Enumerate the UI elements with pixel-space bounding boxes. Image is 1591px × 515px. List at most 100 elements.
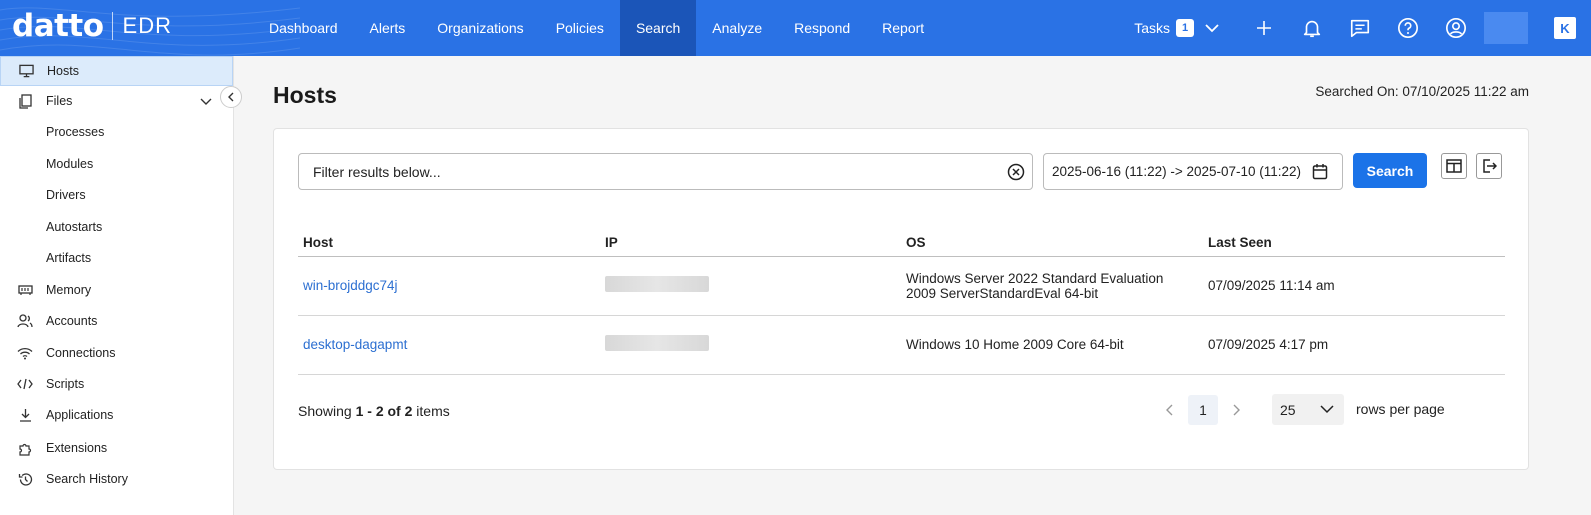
tasks-menu[interactable]: Tasks 1 [1134, 19, 1220, 37]
tasks-count-badge: 1 [1176, 19, 1194, 37]
sidebar-item-applications[interactable]: Applications [0, 400, 233, 430]
host-link[interactable]: desktop-dagapmt [303, 337, 407, 352]
bell-icon[interactable] [1300, 16, 1324, 40]
filter-placeholder: Filter results below... [313, 163, 441, 180]
history-icon [17, 471, 33, 487]
results-card: Filter results below... 2025-06-16 (11:2… [273, 128, 1529, 470]
column-header-ip[interactable]: IP [600, 229, 901, 257]
date-range-value: 2025-06-16 (11:22) -> 2025-07-10 (11:22) [1052, 164, 1302, 179]
clear-filter-icon[interactable] [1007, 163, 1025, 181]
sidebar-item-label: Search History [46, 472, 128, 486]
sidebar-item-artifacts[interactable]: Artifacts [0, 243, 233, 273]
hosts-table: Host IP OS Last Seen win-brojddgc74j Win… [298, 229, 1505, 375]
sidebar-item-search-history[interactable]: Search History [0, 464, 233, 494]
nav-analyze[interactable]: Analyze [696, 0, 778, 56]
nav-report[interactable]: Report [866, 0, 940, 56]
nav-search[interactable]: Search [619, 0, 697, 56]
files-icon [17, 93, 33, 109]
showing-items-text: Showing 1 - 2 of 2 items [298, 403, 450, 419]
sidebar-item-label: Files [46, 94, 73, 108]
header-actions: Tasks 1 K [1134, 0, 1591, 56]
chevron-left-icon [1166, 404, 1173, 416]
chevron-left-icon [228, 92, 234, 102]
sidebar-item-label: Drivers [46, 188, 86, 202]
searched-on-timestamp: Searched On: 07/10/2025 11:22 am [1315, 84, 1529, 99]
accounts-icon [17, 313, 33, 329]
rows-per-page-value: 25 [1280, 401, 1296, 418]
pagination: 1 [1158, 395, 1248, 425]
previous-page-button[interactable] [1158, 395, 1182, 425]
rows-per-page-select[interactable]: 25 [1272, 394, 1344, 425]
code-icon [17, 376, 33, 392]
os-line: Windows Server 2022 Standard Evaluation [906, 270, 1164, 286]
columns-icon [1446, 159, 1462, 173]
sidebar-item-files[interactable]: Files [0, 86, 233, 116]
wifi-icon [17, 345, 33, 361]
collapse-sidebar-button[interactable] [220, 86, 242, 108]
sidebar-item-hosts[interactable]: Hosts [0, 56, 233, 86]
sidebar-item-processes[interactable]: Processes [0, 117, 233, 147]
sidebar-item-autostarts[interactable]: Autostarts [0, 212, 233, 242]
sidebar-item-scripts[interactable]: Scripts [0, 369, 233, 399]
chevron-down-icon[interactable] [1204, 20, 1220, 36]
sidebar-item-extensions[interactable]: Extensions [0, 433, 233, 463]
sidebar-item-label: Accounts [46, 314, 98, 328]
nav-policies[interactable]: Policies [540, 0, 620, 56]
search-button[interactable]: Search [1353, 153, 1427, 188]
chevron-down-icon[interactable] [199, 94, 213, 108]
calendar-icon[interactable] [1312, 163, 1328, 180]
logo-divider [111, 12, 113, 40]
sidebar-item-label: Scripts [46, 377, 85, 391]
ip-redacted [605, 335, 709, 351]
nav-respond[interactable]: Respond [778, 0, 866, 56]
help-icon[interactable] [1396, 16, 1420, 40]
nav-alerts[interactable]: Alerts [354, 0, 422, 56]
monitor-icon [18, 63, 34, 79]
showing-prefix: Showing [298, 403, 356, 419]
chevron-right-icon [1233, 404, 1240, 416]
plus-icon[interactable] [1252, 16, 1276, 40]
column-header-os[interactable]: OS [901, 229, 1203, 257]
table-row: desktop-dagapmt Windows 10 Home 2009 Cor… [298, 315, 1505, 375]
nav-organizations[interactable]: Organizations [421, 0, 539, 56]
column-header-last-seen[interactable]: Last Seen [1203, 229, 1505, 257]
sidebar-item-label: Hosts [47, 64, 79, 78]
ip-redacted [605, 276, 709, 292]
sidebar-item-label: Processes [46, 125, 105, 139]
date-range-picker[interactable]: 2025-06-16 (11:22) -> 2025-07-10 (11:22) [1043, 153, 1343, 190]
filter-input[interactable]: Filter results below... [298, 153, 1033, 190]
next-page-button[interactable] [1224, 395, 1248, 425]
page-number-button[interactable]: 1 [1188, 395, 1218, 425]
page-title: Hosts [273, 82, 337, 108]
user-name-redacted[interactable] [1484, 12, 1528, 44]
table-row: win-brojddgc74j Windows Server 2022 Stan… [298, 256, 1505, 316]
sidebar-item-label: Artifacts [46, 251, 92, 265]
last-seen-cell: 07/09/2025 11:14 am [1203, 256, 1505, 316]
sidebar-item-accounts[interactable]: Accounts [0, 306, 233, 336]
host-link[interactable]: win-brojddgc74j [303, 278, 398, 293]
ip-cell [600, 315, 901, 375]
os-line: 2009 ServerStandardEval 64-bit [906, 285, 1099, 301]
export-button[interactable] [1476, 153, 1502, 179]
sidebar-item-connections[interactable]: Connections [0, 338, 233, 368]
sidebar: Hosts Files Processes Modules Drivers Au… [0, 56, 242, 515]
column-header-host[interactable]: Host [298, 229, 600, 257]
sidebar-item-label: Autostarts [46, 220, 103, 234]
host-cell: win-brojddgc74j [298, 256, 600, 316]
nav-dashboard[interactable]: Dashboard [253, 0, 354, 56]
host-cell: desktop-dagapmt [298, 315, 600, 375]
datto-edr-logo[interactable]: datto EDR [12, 8, 172, 44]
sidebar-item-modules[interactable]: Modules [0, 149, 233, 179]
sidebar-item-memory[interactable]: Memory [0, 275, 233, 305]
columns-button[interactable] [1441, 153, 1467, 179]
user-icon[interactable] [1444, 16, 1468, 40]
sidebar-item-drivers[interactable]: Drivers [0, 180, 233, 210]
showing-suffix: items [412, 403, 450, 419]
kaseya-icon[interactable]: K [1554, 17, 1576, 39]
chevron-down-icon [1320, 405, 1334, 414]
tasks-label: Tasks [1134, 20, 1170, 36]
sidebar-item-label: Connections [46, 346, 116, 360]
sidebar-item-label: Modules [46, 157, 94, 171]
table-header-row: Host IP OS Last Seen [298, 229, 1505, 257]
chat-icon[interactable] [1348, 16, 1372, 40]
